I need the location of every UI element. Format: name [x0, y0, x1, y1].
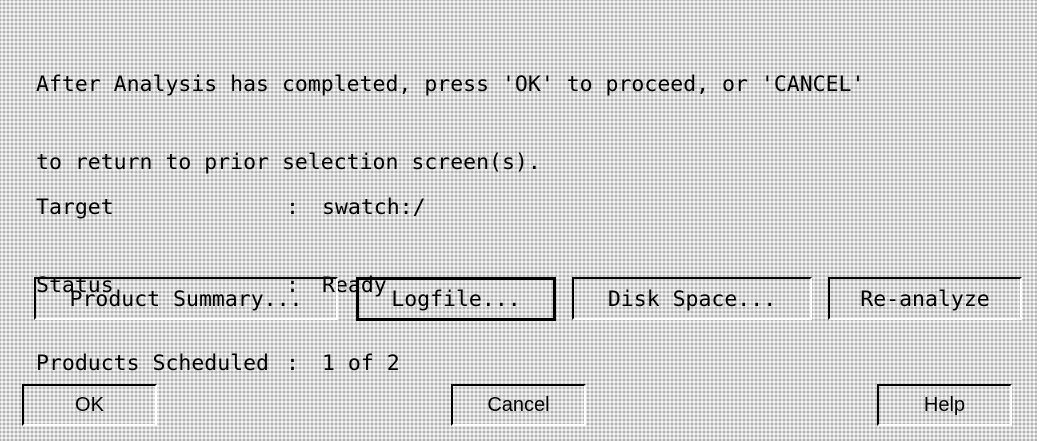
reanalyze-button-label: Re-analyze	[860, 286, 990, 312]
cancel-button-label: Cancel	[487, 394, 550, 416]
info-label: Target	[36, 195, 114, 220]
info-value-products-scheduled: 1 of 2	[322, 351, 400, 376]
disk-space-button-label: Disk Space...	[607, 286, 777, 312]
ok-button[interactable]: OK	[22, 384, 157, 426]
analysis-dialog: { "message": { "line1": "After Analysis …	[0, 0, 1037, 441]
help-button[interactable]: Help	[877, 384, 1012, 426]
logfile-button[interactable]: Logfile...	[356, 277, 556, 321]
ok-button-label: OK	[75, 394, 104, 416]
disk-space-button[interactable]: Disk Space...	[572, 277, 812, 320]
cancel-button[interactable]: Cancel	[451, 384, 586, 426]
product-summary-button[interactable]: Product Summary...	[34, 277, 338, 320]
help-button-label: Help	[923, 394, 966, 416]
instruction-line-1: After Analysis has completed, press 'OK'…	[36, 72, 865, 97]
info-label: Products Scheduled	[36, 351, 269, 376]
info-colon: :	[286, 195, 299, 220]
product-summary-button-label: Product Summary...	[69, 286, 303, 312]
analysis-info: Target: swatch:/ Status: Ready Products Sc…	[36, 143, 426, 403]
reanalyze-button[interactable]: Re-analyze	[828, 277, 1022, 320]
logfile-button-label: Logfile...	[391, 287, 521, 312]
info-colon: :	[286, 351, 299, 376]
info-row-products-scheduled: Products Scheduled:1 of 2	[36, 351, 426, 377]
info-row-target: Target: swatch:/	[36, 195, 426, 221]
info-value-target: swatch:/	[322, 195, 426, 220]
